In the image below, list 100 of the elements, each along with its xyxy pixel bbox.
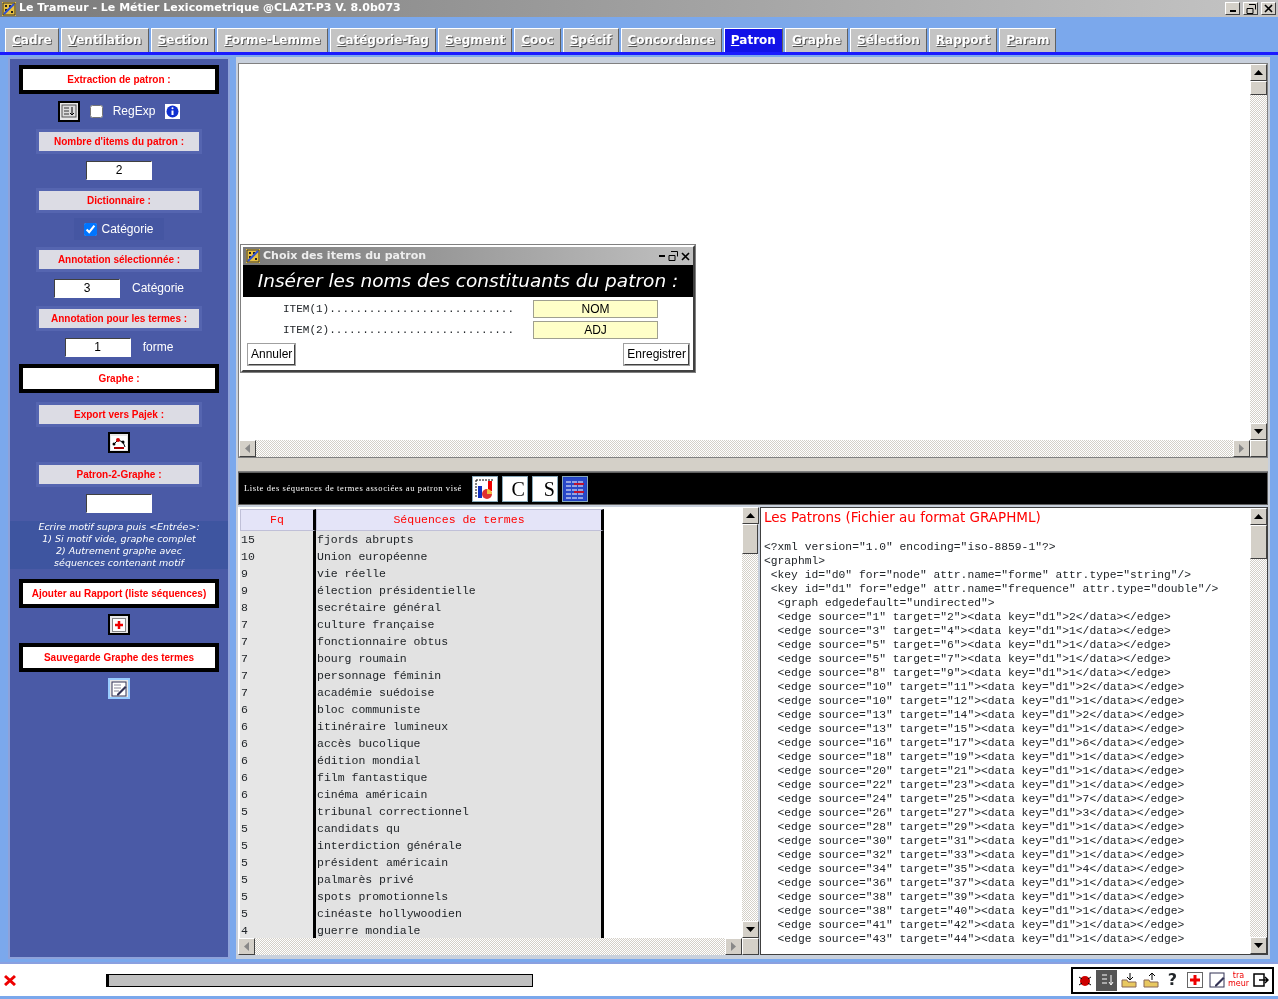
code-line: <edge source="28" target="29"><data key="d1">1</data></edge> [776,820,1186,834]
tab[interactable]: Graphe [784,28,849,52]
up-arrow-icon[interactable] [1254,513,1263,520]
tab[interactable]: Catégorie-Tag [329,28,436,52]
instruction-text: Ecrire motif supra puis <Entrée>: 1) Si motif vide, graphe complet 2) Autrement graphe avec séquences contenant motif [10,521,228,569]
list-sort-icon [60,104,77,118]
checkbox[interactable] [89,104,103,118]
scrollbar-thumb[interactable] [1250,525,1267,559]
save-graph-button[interactable] [108,678,130,699]
plus-icon [1186,972,1203,988]
exit-icon [1252,972,1269,988]
code-line: <edge source="20" target="21"><data key="d1">1</data></edge> [776,764,1186,778]
toolbar-button[interactable] [561,475,588,502]
up-arrow-icon[interactable] [1254,69,1263,76]
number-field[interactable]: 1 [64,337,131,357]
code-line: <edge source="22" target="23"><data key="d1">1</data></edge> [776,778,1186,792]
code-line: <edge source="38" target="40"><data key="d1">1</data></edge> [776,904,1186,918]
table-button[interactable]: C [501,475,528,502]
tab[interactable]: Ventilation [60,28,149,52]
close-button[interactable] [681,251,690,261]
save-button[interactable]: Enregistrer [624,343,689,365]
down-arrow-icon[interactable] [1254,428,1263,435]
tab[interactable]: Section [150,28,216,52]
number-field[interactable]: 3 [54,278,120,298]
tab[interactable]: Concordance [620,28,722,52]
panel-title: Liste des séquences de termes associées au patron visé [244,482,462,495]
help-icon: ? [1167,972,1178,988]
toolbar-button[interactable] [1096,969,1117,991]
table-cell: interdiction générale [316,837,604,854]
restore-icon [1245,3,1256,14]
table-cell: spots promotionnels [316,888,604,905]
table-cell: fjords abrupts [316,531,604,548]
code-line: <edge source="8" target="9"><data key="d1">1</data></edge> [776,666,1172,680]
checkbox-label: Catégorie [101,221,154,238]
down-arrow-icon[interactable] [1254,942,1263,949]
vertical-scrollbar[interactable] [742,507,758,938]
column-header[interactable]: Séquences de termes [316,509,604,531]
close-icon [681,251,690,261]
item-field[interactable]: ADJ [533,320,658,339]
down-arrow-icon[interactable] [746,926,755,933]
number-field[interactable]: 2 [86,160,152,180]
extract-button[interactable] [57,100,80,122]
up-arrow-icon[interactable] [746,512,755,519]
restore-button[interactable] [668,251,678,261]
table-cell: édition mondial [316,752,604,769]
tab[interactable]: Param [999,28,1057,52]
scrollbar-thumb[interactable] [1250,81,1267,95]
tab[interactable]: Cooc [514,28,561,52]
code-line: <edge source="10" target="11"><data key="d1">2</data></edge> [776,680,1186,694]
table-cell: culture française [316,616,604,633]
tab[interactable]: Rapport [928,28,998,52]
cancel-button[interactable]: Annuler [248,343,296,365]
tab[interactable]: Spécif [562,28,619,52]
vertical-scrollbar[interactable] [1250,64,1267,440]
table-cell: film fantastique [316,769,604,786]
table-cell: 7 [240,633,316,650]
table-cell: 6 [240,752,316,769]
tab[interactable]: Sélection [850,28,927,52]
pajek-export-button[interactable] [108,432,130,453]
code-line: <edge source="5" target="6"><data key="d1">1</data></edge> [776,638,1172,652]
scrollbar-thumb[interactable] [742,524,758,554]
window-title: Le Trameur - Le Métier Lexicometrique @CLA2T-P3 V. 8.0b073 [19,0,402,17]
close-icon [1264,4,1273,13]
toolbar-button[interactable] [1206,969,1227,991]
table-cell: bourg roumain [316,650,604,667]
vertical-scrollbar[interactable] [1250,508,1267,954]
table-cell: président américain [316,854,604,871]
table-button[interactable]: S [531,475,558,502]
app-icon [246,249,260,263]
tab[interactable]: Forme-Lemme [217,28,328,52]
code-line: <edge source="13" target="15"><data key="d1">1</data></edge> [776,722,1186,736]
table-cell: guerre mondiale [316,922,604,938]
item-field[interactable]: NOM [533,299,658,318]
table-cell: 10 [240,548,316,565]
minimize-icon [659,255,665,257]
minimize-button[interactable] [1225,2,1240,15]
tab[interactable]: Patron [723,28,783,52]
table-cell: bloc communiste [316,701,604,718]
list-icon [563,477,586,500]
add-to-report-button[interactable] [108,614,130,635]
column-header[interactable]: Fq [240,509,316,531]
code-line: <edge source="5" target="7"><data key="d1">1</data></edge> [776,652,1172,666]
table-cell: 6 [240,701,316,718]
info-icon[interactable] [165,103,181,119]
checkbox[interactable] [84,222,98,236]
table-cell: 5 [240,854,316,871]
tab[interactable]: Segment [437,28,513,52]
minimize-icon [1229,10,1236,12]
code-line: <edge source="41" target="42"><data key="d1">1</data></edge> [776,918,1186,932]
number-field[interactable] [86,493,152,513]
toolbar-button[interactable] [471,475,498,502]
table-cell: 15 [240,531,316,548]
table-cell: 5 [240,820,316,837]
table-cell: tribunal correctionnel [316,803,604,820]
tab[interactable]: Cadre [5,28,59,52]
table-cell: candidats qu [316,820,604,837]
table-cell: 9 [240,582,316,599]
table-cell: secrétaire général [316,599,604,616]
table-cell: 6 [240,786,316,803]
code-line: <edge source="34" target="35"><data key="d1">4</data></edge> [776,862,1186,876]
